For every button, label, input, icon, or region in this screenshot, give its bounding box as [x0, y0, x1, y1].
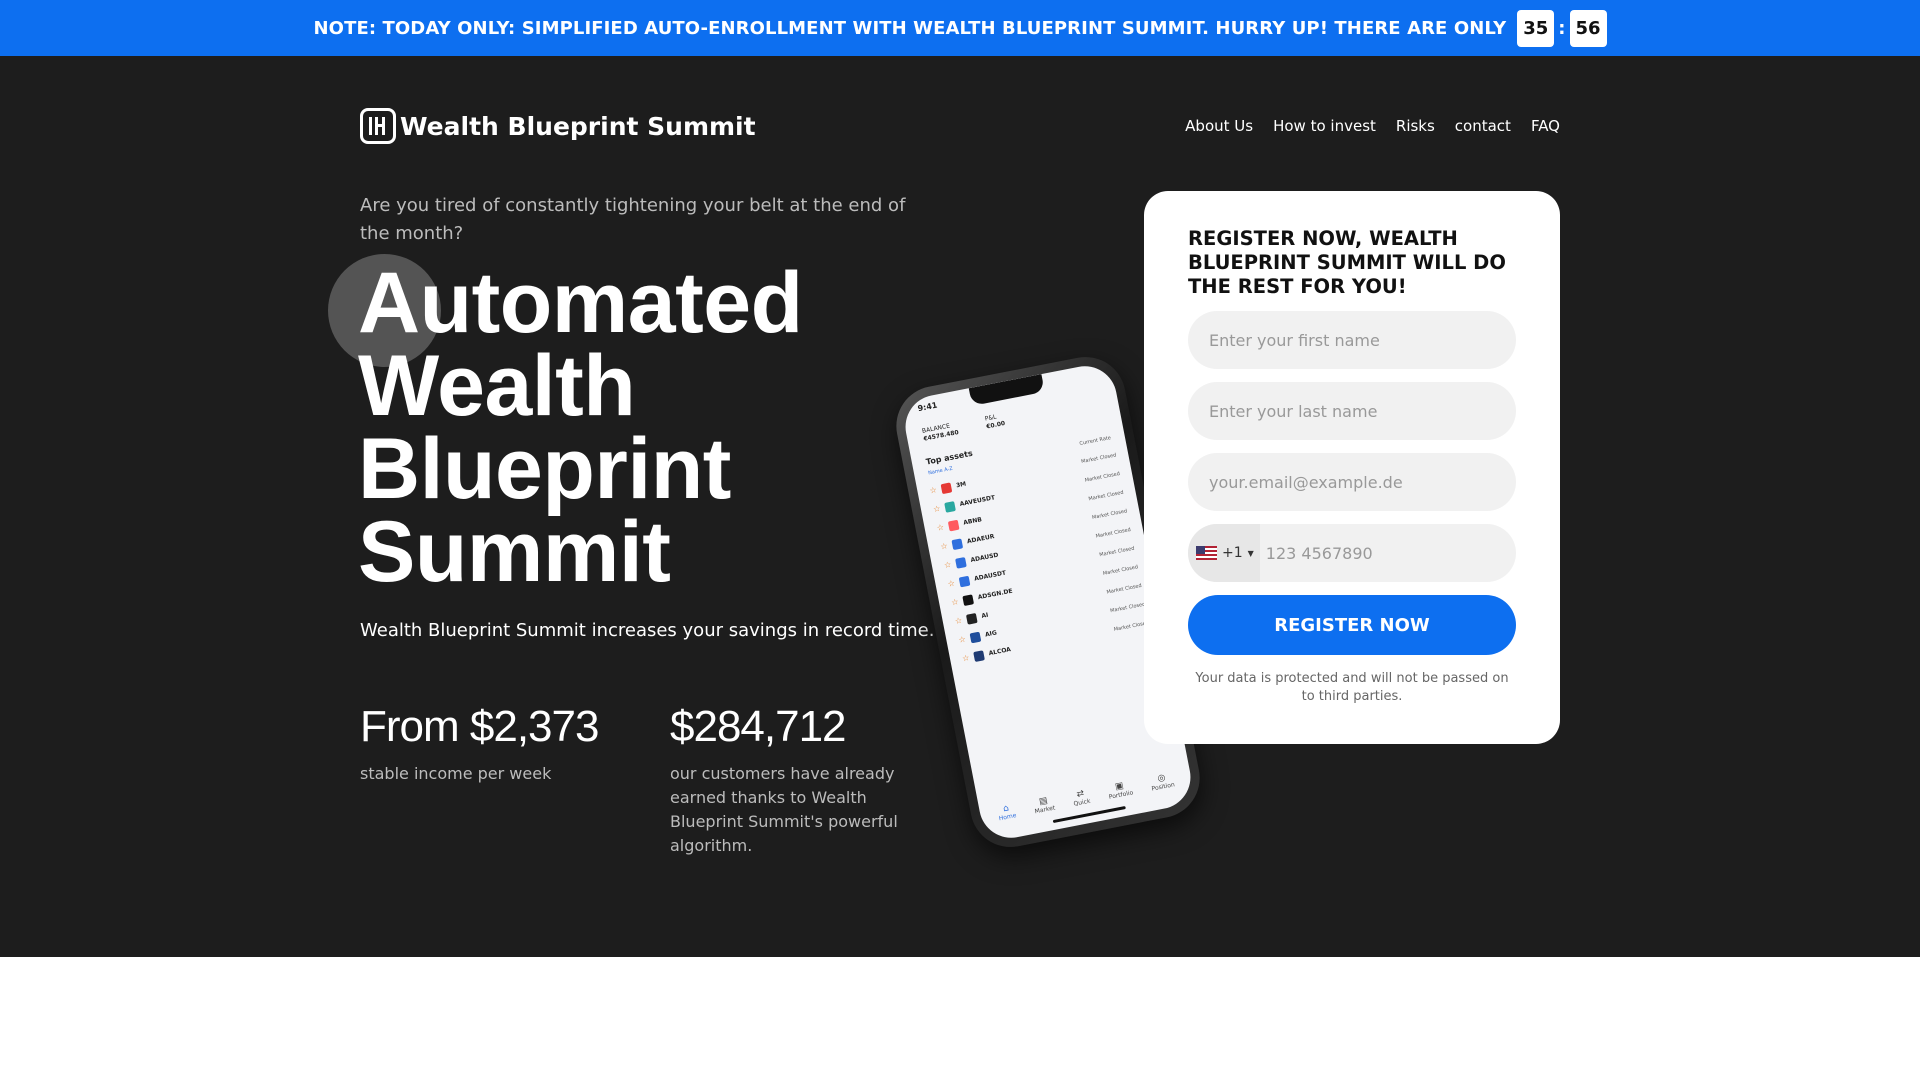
asset-logo-icon: [973, 649, 985, 662]
privacy-disclaimer: Your data is protected and will not be p…: [1195, 671, 1509, 704]
phone-column-label: Current Rate: [1079, 435, 1112, 448]
countdown-timer: 35 : 56: [1517, 9, 1607, 47]
asset-status: Market Closed: [1087, 489, 1124, 502]
nav-how-to-invest[interactable]: How to invest: [1273, 117, 1376, 135]
register-now-button[interactable]: REGISTER NOW: [1188, 595, 1516, 655]
asset-status: Market Closed: [1095, 526, 1132, 540]
stat-description: stable income per week: [360, 764, 552, 783]
timer-minutes: 35: [1517, 9, 1555, 47]
phone-tab-position: ◎ Position: [1149, 771, 1175, 793]
last-name-input[interactable]: [1188, 382, 1516, 440]
hero-question: Are you tired of constantly tightening y…: [360, 195, 906, 244]
caret-down-icon: ▼: [1247, 548, 1254, 558]
asset-logo-icon: [962, 593, 974, 606]
asset-logo-icon: [947, 519, 960, 531]
phone-field: +1 ▼: [1188, 524, 1516, 582]
asset-logo-icon: [965, 612, 978, 625]
registration-card: REGISTER NOW, WEALTH BLUEPRINT SUMMIT WI…: [1144, 191, 1560, 744]
main-nav: About Us How to invest Risks contact FAQ: [1185, 117, 1560, 135]
hero-headline: Automated Wealth Blueprint Summit: [358, 255, 918, 600]
phone-tab-home: ⌂ Home: [996, 802, 1017, 822]
promo-banner: NOTE: TODAY ONLY: SIMPLIFIED AUTO-ENROLL…: [0, 0, 1920, 56]
asset-status: Market Closed: [1098, 545, 1135, 558]
stat-description: our customers have already earned thanks…: [670, 764, 898, 855]
phone-sort-label: Name A-Z: [927, 465, 954, 477]
stat-value: From $2,373: [360, 702, 599, 751]
asset-status: Market Closed: [1091, 507, 1128, 521]
form-title: REGISTER NOW, WEALTH BLUEPRINT SUMMIT WI…: [1188, 227, 1506, 298]
us-flag-icon: [1196, 546, 1217, 560]
timer-separator: :: [1558, 17, 1566, 39]
site-logo[interactable]: Wealth Blueprint Summit: [360, 108, 756, 144]
page-footer-area: [0, 957, 1920, 1080]
asset-logo-icon: [940, 481, 953, 494]
banner-text: NOTE: TODAY ONLY: SIMPLIFIED AUTO-ENROLL…: [313, 17, 1507, 39]
asset-status: Market Closed: [1102, 563, 1139, 577]
phone-pnl: P&L €0.00: [984, 412, 1006, 431]
asset-logo-icon: [954, 556, 967, 569]
stat-weekly-income: From $2,373 stable income per week: [360, 702, 599, 786]
stat-value: $284,712: [670, 702, 847, 751]
phone-time: 9:41: [916, 400, 939, 414]
nav-contact[interactable]: contact: [1455, 117, 1511, 135]
phone-balance: BALANCE €4578.480: [921, 421, 959, 444]
first-name-input[interactable]: [1188, 311, 1516, 369]
phone-tab-market: ▤ Market: [1032, 795, 1056, 815]
country-code-select[interactable]: +1 ▼: [1188, 524, 1260, 582]
headline-line: Automated: [358, 255, 803, 351]
asset-logo-icon: [958, 575, 971, 587]
country-code: +1: [1222, 545, 1243, 561]
logo-text: Wealth Blueprint Summit: [400, 111, 756, 141]
nav-about-us[interactable]: About Us: [1185, 117, 1253, 135]
asset-status: Market Closed: [1080, 451, 1117, 465]
asset-status: Market Closed: [1106, 582, 1143, 596]
hero-section: Wealth Blueprint Summit About Us How to …: [0, 56, 1920, 957]
stat-customer-earnings: $284,712 our customers have already earn…: [670, 702, 900, 858]
phone-tab-portfolio: ▣ Portfolio: [1106, 779, 1134, 801]
email-input[interactable]: [1188, 453, 1516, 511]
asset-logo-icon: [944, 500, 956, 513]
logo-icon: [360, 108, 396, 144]
nav-risks[interactable]: Risks: [1396, 117, 1435, 135]
phone-input[interactable]: [1259, 524, 1516, 582]
asset-logo-icon: [969, 631, 982, 643]
asset-status: Market Closed: [1084, 470, 1121, 484]
timer-seconds: 56: [1569, 9, 1607, 47]
nav-faq[interactable]: FAQ: [1531, 117, 1560, 135]
phone-asset-list: ☆ 3M Market Closed ☆ AAVEUSDT Market Closed ☆ A…: [928, 445, 1151, 668]
headline-line: Wealth: [358, 338, 636, 434]
headline-line: Summit: [358, 504, 671, 600]
phone-notch: [968, 374, 1045, 406]
hero-subheadline: Wealth Blueprint Summit increases your s…: [360, 620, 935, 641]
phone-tab-quick: ⇄ Quick: [1071, 788, 1091, 808]
headline-line: Blueprint: [358, 421, 731, 517]
asset-status: Market Closed: [1109, 601, 1146, 614]
phone-list-title: Top assets: [925, 448, 974, 467]
asset-logo-icon: [951, 537, 964, 550]
